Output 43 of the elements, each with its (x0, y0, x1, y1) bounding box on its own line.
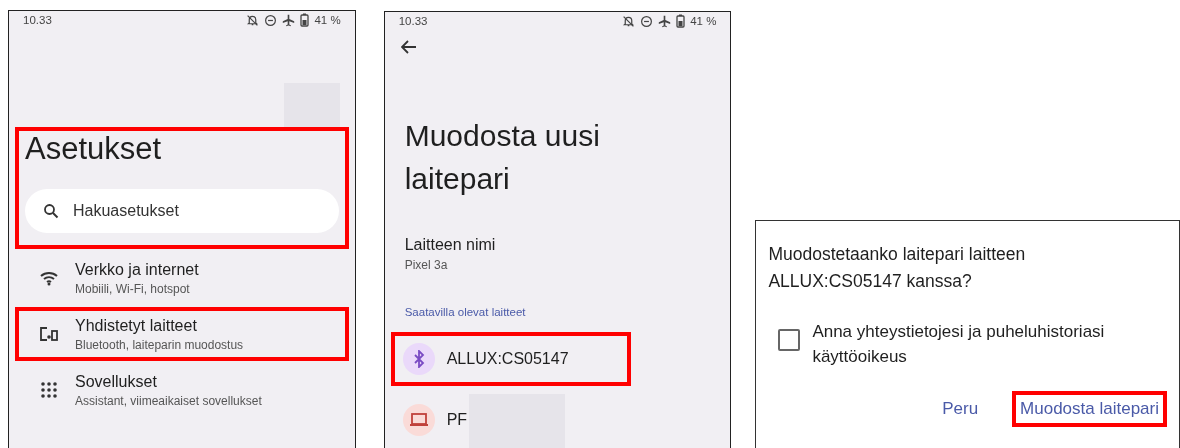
wifi-icon (39, 270, 59, 286)
battery-level: 41 % (690, 15, 717, 27)
text-button[interactable]: Peru (934, 391, 987, 427)
search-field[interactable]: Hakuasetukset (25, 189, 339, 233)
muted-bell-icon (246, 13, 260, 27)
settings-item[interactable]: Yhdistetyt laitteet Bluetooth, laiteparin muodostus (15, 307, 349, 361)
page-title: Muodosta uusi laitepari (404, 118, 601, 197)
device-name: ALLUX:CS05147 (446, 350, 569, 368)
bluetooth-icon (412, 350, 425, 368)
battery-icon (300, 13, 310, 27)
airplane-icon (658, 14, 672, 28)
search-icon (43, 203, 59, 219)
laptop-icon (408, 412, 429, 428)
dialog-title: Muodostetaanko laitepari laitteen ALLUX:CS05147 kanssa? (768, 243, 1027, 293)
item-title: Yhdistetyt laitteet (75, 316, 198, 335)
airplane-icon (282, 13, 296, 27)
page-title: Asetukset (25, 131, 163, 167)
device-item[interactable]: ALLUX:CS05147 (390, 332, 631, 386)
checkbox-label: Anna yhteystietojesi ja puheluhistoriasi käyttöoikeus (812, 321, 1106, 368)
do-not-disturb-icon (640, 14, 654, 28)
item-subtitle: Assistant, viimeaikaiset sovellukset (75, 393, 262, 408)
muted-bell-icon (622, 14, 636, 28)
do-not-disturb-icon (264, 13, 278, 27)
status-time: 10.33 (398, 15, 428, 27)
section-heading: Saatavilla olevat laitteet (404, 306, 527, 318)
devices-icon (39, 326, 59, 342)
device-name-label: Laitteen nimi (404, 236, 497, 254)
item-subtitle: Mobiili, Wi-Fi, hotspot (75, 281, 191, 296)
checkbox[interactable] (778, 329, 801, 351)
device-name-value: Pixel 3a (404, 258, 449, 272)
status-time: 10.33 (23, 14, 52, 26)
item-title: Sovellukset (75, 372, 158, 391)
back-arrow-icon[interactable] (400, 40, 417, 54)
battery-icon (676, 14, 686, 28)
item-title: Verkko ja internet (75, 260, 199, 279)
device-name: PF (446, 411, 468, 429)
device-item[interactable]: PF (390, 390, 631, 448)
apps-grid-icon (41, 382, 57, 398)
item-subtitle: Bluetooth, laiteparin muodostus (75, 337, 244, 352)
text-button[interactable]: Muodosta laitepari (1012, 391, 1167, 427)
settings-item[interactable]: Sovellukset Assistant, viimeaikaiset sovellukset (15, 363, 349, 417)
settings-item[interactable]: Verkko ja internet Mobiili, Wi-Fi, hotspot (15, 251, 349, 305)
battery-level: 41 % (314, 14, 341, 26)
